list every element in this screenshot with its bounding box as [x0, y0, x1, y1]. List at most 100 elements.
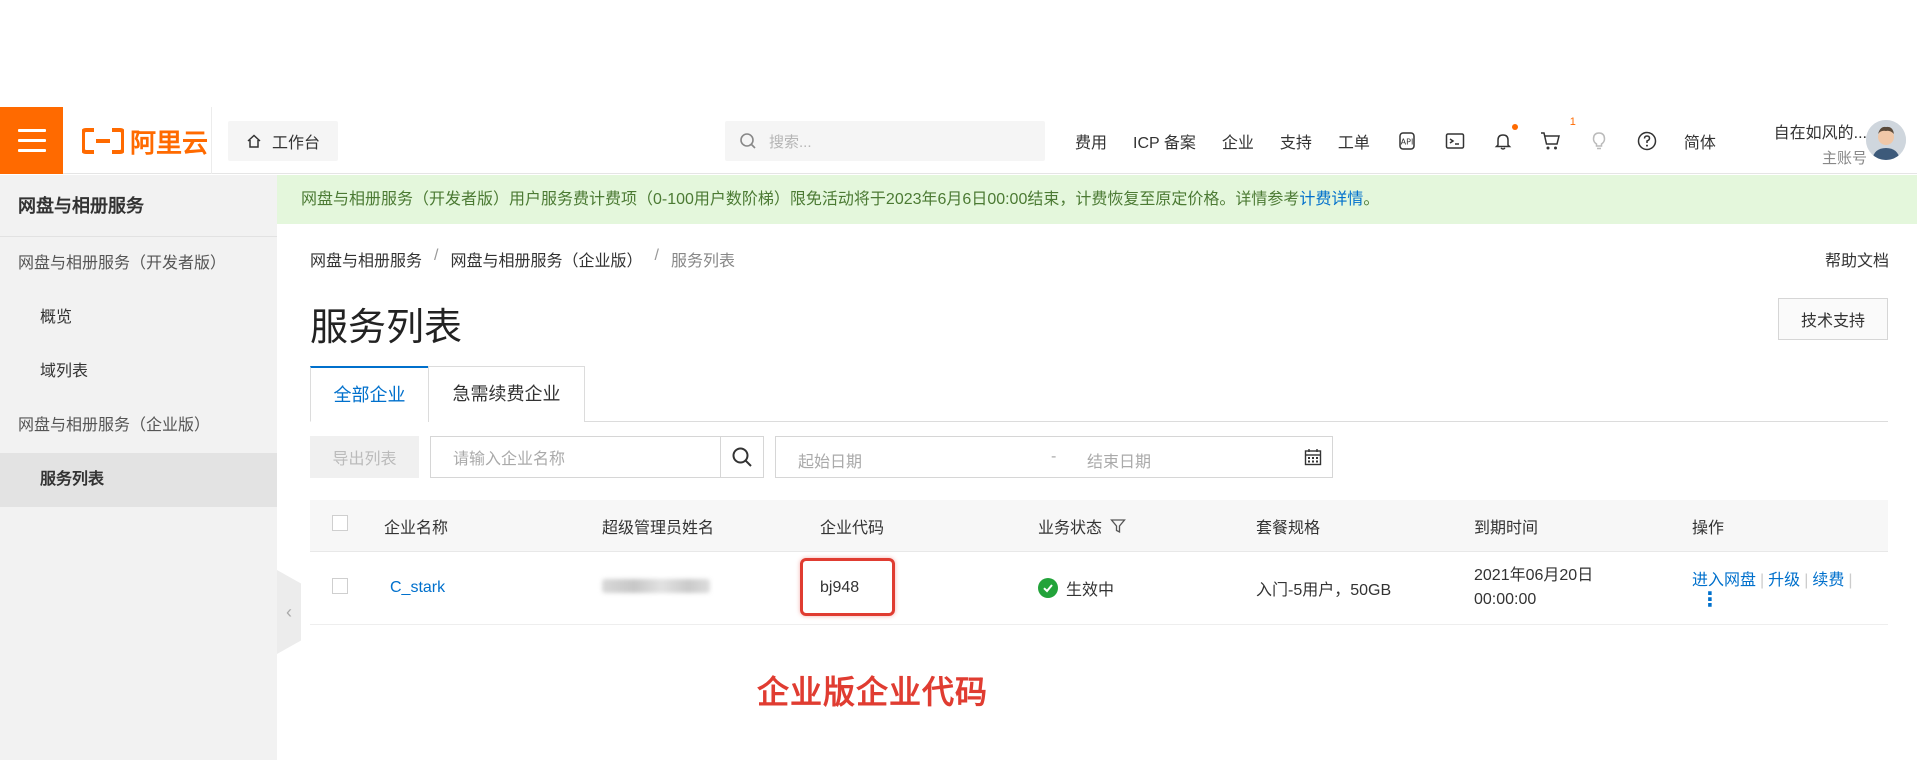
search-icon	[732, 447, 752, 467]
breadcrumb-root[interactable]: 网盘与相册服务	[310, 247, 422, 271]
nav-ticket[interactable]: 工单	[1338, 129, 1370, 153]
breadcrumb-current: 服务列表	[670, 253, 735, 270]
expire-date: 2021年06月20日	[1474, 567, 1594, 584]
enterprise-name-link[interactable]: C_stark	[390, 579, 445, 596]
breadcrumb: 网盘与相册服务 / 网盘与相册服务（企业版） / 服务列表	[310, 247, 735, 271]
service-table: 企业名称 超级管理员姓名 企业代码 业务状态 套餐规格 到期时间 操作 C_st…	[310, 500, 1888, 625]
notice-text: 网盘与相册服务（开发者版）用户服务费计费项（0-100用户数阶梯）限免活动将于2…	[301, 191, 1300, 208]
status-text: 生效中	[1066, 582, 1115, 599]
api-explorer-icon[interactable]: API	[1396, 130, 1418, 152]
status-badge: 生效中	[1038, 576, 1256, 600]
nav-ticket-label: 工单	[1337, 134, 1370, 152]
tab-all-enterprises[interactable]: 全部企业	[310, 366, 429, 422]
upgrade-link[interactable]: 升级	[1768, 572, 1800, 589]
nav-fees[interactable]: 费用	[1075, 129, 1107, 153]
enterprise-name-input[interactable]: 请输入企业名称	[430, 436, 721, 478]
breadcrumb-separator: /	[434, 247, 439, 264]
tab-urgent-renewal[interactable]: 急需续费企业	[428, 366, 585, 422]
language-switch[interactable]: 简体	[1684, 129, 1716, 153]
sidebar-item-domains[interactable]: 域列表	[0, 345, 277, 399]
header-enterprise-name: 企业名称	[384, 519, 449, 537]
language-label: 简体	[1683, 134, 1716, 152]
search-button[interactable]	[720, 436, 764, 478]
action-divider: |	[1804, 572, 1809, 589]
notification-bell-icon[interactable]	[1492, 123, 1518, 152]
row-actions: 进入网盘 | 升级 | 续费 | ⋮	[1692, 569, 1888, 610]
lightbulb-icon[interactable]	[1588, 130, 1610, 152]
divider	[211, 107, 212, 174]
help-doc-link[interactable]: 帮助文档	[1825, 247, 1889, 271]
date-range-picker[interactable]: 起始日期 - 结束日期	[775, 436, 1333, 478]
highlight-box	[800, 558, 895, 616]
brand-name: 阿里云	[130, 127, 209, 158]
select-all-checkbox[interactable]	[332, 515, 348, 531]
enterprise-name-placeholder: 请输入企业名称	[453, 451, 566, 468]
home-icon	[247, 134, 261, 148]
row-checkbox[interactable]	[332, 577, 348, 594]
enter-drive-link[interactable]: 进入网盘	[1692, 572, 1756, 589]
sidebar-collapse-handle[interactable]: ‹	[277, 570, 301, 654]
nav-support-label: 支持	[1279, 134, 1312, 152]
export-list-button[interactable]: 导出列表	[310, 436, 419, 478]
filter-toolbar: 导出列表 请输入企业名称 起始日期 - 结束日期	[310, 436, 1890, 478]
chevron-left-icon: ‹	[286, 601, 292, 622]
table-header: 企业名称 超级管理员姓名 企业代码 业务状态 套餐规格 到期时间 操作	[310, 500, 1888, 552]
filter-icon[interactable]	[1110, 518, 1126, 534]
aliyun-logo[interactable]: 阿里云	[82, 125, 209, 158]
account-type: 主账号	[1821, 150, 1867, 167]
annotation-label: 企业版企业代码	[757, 674, 989, 710]
global-search-input[interactable]: 搜索...	[725, 121, 1045, 161]
nav-icp[interactable]: ICP 备案	[1133, 129, 1196, 153]
nav-icp-label: ICP 备案	[1133, 134, 1196, 152]
workbench-button[interactable]: 工作台	[228, 121, 338, 161]
workbench-label: 工作台	[271, 135, 320, 152]
svg-text:API: API	[1401, 137, 1414, 146]
cart-icon[interactable]: 1	[1540, 116, 1576, 152]
page-title: 服务列表	[310, 307, 463, 349]
date-range-dash: -	[1051, 448, 1057, 465]
terminal-icon[interactable]	[1444, 130, 1466, 152]
top-nav-menu: 费用 ICP 备案 企业 支持 工单 API 1 简体	[1075, 107, 1742, 174]
account-name: 自在如风的...	[1773, 125, 1867, 142]
hamburger-menu-icon[interactable]	[0, 107, 63, 174]
nav-support[interactable]: 支持	[1280, 129, 1312, 153]
action-divider: |	[1760, 572, 1765, 589]
more-actions-icon[interactable]: ⋮	[1700, 590, 1888, 610]
sidebar-group-developer[interactable]: 网盘与相册服务（开发者版）	[0, 237, 277, 291]
nav-enterprise-label: 企业	[1221, 134, 1254, 152]
header-plan: 套餐规格	[1256, 519, 1321, 537]
start-date-placeholder[interactable]: 起始日期	[798, 448, 862, 472]
header-status-label: 业务状态	[1038, 519, 1103, 537]
billing-details-link[interactable]: 计费详情	[1299, 191, 1363, 208]
breadcrumb-enterprise[interactable]: 网盘与相册服务（企业版）	[450, 247, 642, 271]
search-icon	[740, 133, 756, 149]
sidebar-title: 网盘与相册服务	[0, 175, 277, 237]
calendar-icon[interactable]	[1304, 448, 1322, 466]
header-enterprise-code: 企业代码	[820, 519, 885, 537]
aliyun-logo-icon	[82, 128, 124, 154]
tab-bar: 全部企业 急需续费企业	[310, 366, 1888, 422]
sidebar-item-overview[interactable]: 概览	[0, 291, 277, 345]
notification-dot	[1511, 123, 1518, 130]
avatar[interactable]	[1866, 120, 1906, 160]
action-divider: |	[1848, 572, 1853, 589]
header-operations: 操作	[1692, 519, 1725, 537]
account-menu[interactable]: 自在如风的... 主账号	[1747, 119, 1867, 168]
end-date-placeholder[interactable]: 结束日期	[1087, 448, 1151, 472]
nav-enterprise[interactable]: 企业	[1222, 129, 1254, 153]
notice-end: 。	[1363, 191, 1380, 208]
cart-count-badge: 1	[1569, 115, 1576, 128]
help-question-icon[interactable]	[1636, 130, 1658, 152]
sidebar: 网盘与相册服务 网盘与相册服务（开发者版） 概览 域列表 网盘与相册服务（企业版…	[0, 175, 277, 760]
sidebar-group-enterprise[interactable]: 网盘与相册服务（企业版）	[0, 399, 277, 453]
nav-fees-label: 费用	[1075, 134, 1108, 152]
expire-time: 00:00:00	[1474, 591, 1537, 608]
top-navigation-bar: 阿里云 工作台 搜索... 费用 ICP 备案 企业 支持 工单 API 1 简…	[0, 107, 1917, 174]
header-admin-name: 超级管理员姓名	[602, 519, 715, 537]
renew-link[interactable]: 续费	[1812, 572, 1844, 589]
notice-banner: 网盘与相册服务（开发者版）用户服务费计费项（0-100用户数阶梯）限免活动将于2…	[277, 175, 1917, 224]
check-circle-icon	[1038, 578, 1058, 598]
sidebar-item-service-list[interactable]: 服务列表	[0, 453, 277, 507]
plan-spec: 入门-5用户，50GB	[1256, 582, 1392, 599]
tech-support-button[interactable]: 技术支持	[1778, 298, 1888, 340]
